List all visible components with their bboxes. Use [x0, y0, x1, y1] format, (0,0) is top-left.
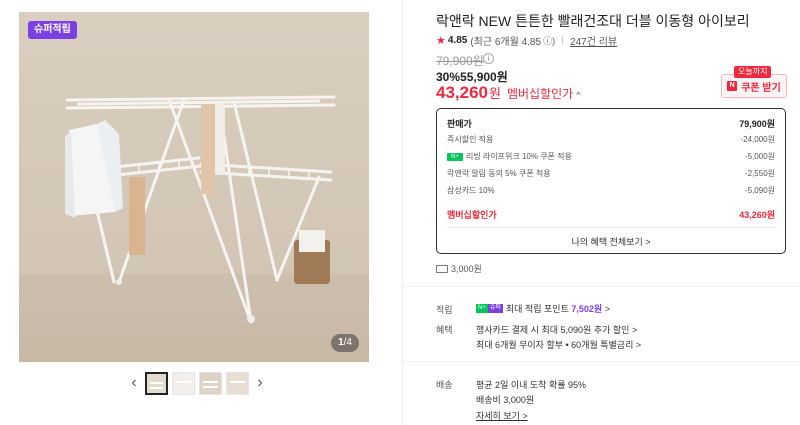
price-row-total: 멤버십할인가 43,260원	[447, 208, 775, 221]
price-row-instant: 즉시할인 적용 -24,000원	[447, 134, 775, 145]
original-price: 79,900원	[436, 54, 484, 68]
price-row-label: 판매가	[447, 119, 472, 129]
coupon-today-badge: 오늘까지	[734, 66, 772, 78]
coupon-button-label: 쿠폰 받기	[741, 82, 781, 94]
rating-separator	[562, 36, 564, 45]
rating-score: 4.85	[447, 35, 468, 46]
member-price: 43,260	[436, 83, 488, 102]
naver-plus-points-icon: N+ 슈퍼	[476, 304, 503, 313]
coupon-icon: N	[727, 81, 738, 91]
price-row-value: -5,000원	[744, 152, 775, 161]
thumbnail-4[interactable]	[226, 371, 249, 395]
price-box-divider	[447, 227, 775, 228]
super-points-badge: 슈퍼적립	[28, 21, 77, 39]
shipping-fee-row: 3,000원	[436, 262, 482, 275]
price-row-sale: 판매가 79,900원	[447, 117, 775, 130]
member-price-label: 멤버십할인가	[506, 87, 574, 101]
delivery-eta: 평균 2일 이내 도착 확률 95%	[476, 380, 587, 390]
rating-row: ★ 4.85 (최근 6개월 4.85 ⓘ) 247건 리뷰	[436, 33, 617, 48]
chevron-right-icon[interactable]: ›	[253, 370, 267, 396]
price-row-card: 삼성카드 10% -5,090원	[447, 185, 775, 196]
delivery-detail-link[interactable]: 자세히 보기 >	[476, 409, 528, 422]
page-total: /4	[343, 337, 352, 348]
thumbnail-2[interactable]	[172, 371, 195, 395]
price-row-value: 79,900원	[739, 119, 775, 129]
section-divider	[403, 286, 800, 287]
points-value: 7,502원	[571, 304, 603, 314]
product-main-image[interactable]: 슈퍼적립 1/4	[19, 12, 369, 362]
points-link[interactable]: 최대 적립 포인트 7,502원 >	[506, 302, 610, 315]
price-total-value: 43,260원	[739, 210, 775, 220]
rating-recent: (최근 6개월 4.85	[470, 37, 542, 48]
card-benefit-link[interactable]: 행사카드 결제 시 최대 5,090원 추가 할인 >	[476, 323, 637, 336]
price-row-value: -5,090원	[744, 186, 775, 195]
price-row-coupon: N+ 리빙 라이프위크 10% 쿠폰 적용 -5,000원	[447, 151, 775, 162]
section-divider-2	[403, 361, 800, 362]
points-label: 적립	[436, 305, 453, 315]
price-row-value: -2,550원	[744, 169, 775, 178]
drying-rack-illustration	[65, 95, 336, 324]
image-page-counter: 1/4	[331, 334, 359, 352]
naver-plus-icon: N+	[447, 152, 463, 161]
price-row-value: -24,000원	[740, 135, 776, 144]
chevron-right-icon: >	[604, 304, 610, 314]
thumbnail-1[interactable]	[145, 371, 168, 395]
price-row-label: 락앤락 알림 동의 5% 쿠폰 적용	[447, 169, 551, 178]
price-breakdown-box: 판매가 79,900원 즉시할인 적용 -24,000원 N+ 리빙 라이프위크 …	[436, 108, 786, 254]
points-row[interactable]: N+ 슈퍼 최대 적립 포인트 7,502원 >	[476, 302, 610, 315]
rating-info-icon[interactable]: ⓘ)	[543, 34, 555, 47]
chevron-left-icon[interactable]: ‹	[127, 370, 141, 396]
delivery-label: 배송	[436, 380, 453, 390]
review-count-link[interactable]: 247건 리뷰	[570, 33, 617, 48]
price-row-alert-coupon: 락앤락 알림 동의 5% 쿠폰 적용 -2,550원	[447, 168, 775, 179]
price-info-icon[interactable]: i	[483, 53, 494, 64]
thumbnail-strip: ‹ ›	[127, 370, 267, 396]
installment-benefit-link[interactable]: 최대 6개월 무이자 할부 • 60개월 특별금리 >	[476, 338, 641, 351]
points-text: 최대 적립 포인트	[505, 304, 569, 314]
member-price-row[interactable]: 43,260 원 멤버십할인가 ^	[436, 83, 580, 103]
price-row-label: 삼성카드 10%	[447, 186, 495, 195]
price-total-label: 멤버십할인가	[447, 210, 497, 220]
thumbnail-3[interactable]	[199, 371, 222, 395]
chevron-up-icon[interactable]: ^	[576, 90, 580, 100]
price-row-label: 리빙 라이프위크 10% 쿠폰 적용	[466, 152, 572, 161]
shipping-fee: 3,000원	[451, 264, 482, 274]
view-all-benefits-link[interactable]: 나의 혜택 전체보기 >	[437, 235, 785, 248]
star-icon: ★	[436, 35, 446, 47]
price-row-label: 즉시할인 적용	[447, 135, 494, 144]
benefit-label: 혜택	[436, 325, 453, 335]
delivery-fee: 배송비 3,000원	[476, 395, 535, 405]
product-title: 락앤락 NEW 튼튼한 빨래건조대 더블 이동형 아이보리	[436, 13, 750, 29]
truck-icon	[436, 264, 448, 273]
member-price-unit: 원	[489, 86, 501, 101]
